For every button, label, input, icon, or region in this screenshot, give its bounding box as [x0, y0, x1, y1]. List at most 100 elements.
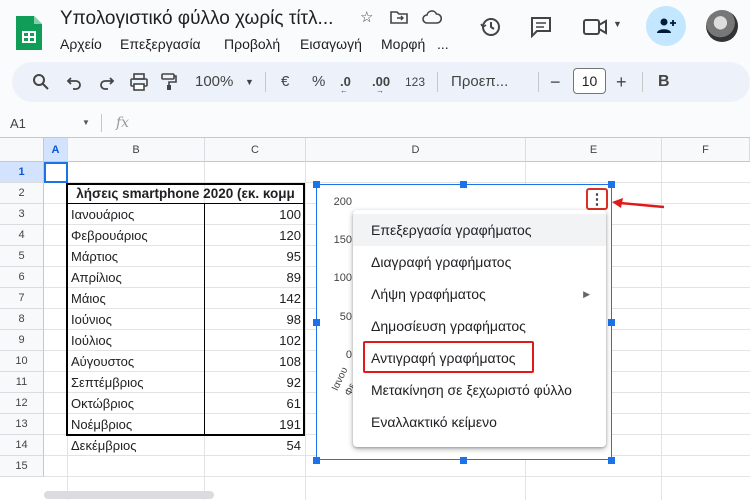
- column-header-c[interactable]: C: [205, 138, 306, 162]
- sheet-grid[interactable]: A B C D E F 1 2 3 4 5 6 7 8 9 10 11 12 1…: [0, 137, 750, 500]
- search-icon[interactable]: [32, 73, 50, 91]
- value-cell[interactable]: 54: [205, 435, 301, 456]
- grid-line: [305, 162, 306, 500]
- column-header-f[interactable]: F: [662, 138, 750, 162]
- y-tick-label: 200: [333, 196, 352, 208]
- document-title[interactable]: Υπολογιστικό φύλλο χωρίς τίτλ...: [60, 8, 333, 30]
- menu-item-publish-chart[interactable]: Δημοσίευση γραφήματος: [353, 310, 606, 342]
- resize-handle[interactable]: [608, 457, 615, 464]
- meet-dropdown-icon[interactable]: ▼: [613, 19, 622, 29]
- select-all-corner[interactable]: [0, 138, 44, 162]
- menu-file[interactable]: Αρχείο: [60, 36, 102, 52]
- decrease-font-size-button[interactable]: −: [550, 72, 561, 92]
- font-size-input[interactable]: 10: [573, 68, 606, 94]
- row-header[interactable]: 13: [0, 414, 44, 435]
- add-person-icon: [657, 18, 676, 33]
- toolbar-divider: [642, 72, 643, 92]
- menu-item-label: Λήψη γραφήματος: [371, 286, 486, 302]
- row-header[interactable]: 11: [0, 372, 44, 393]
- cloud-status-icon[interactable]: [422, 10, 442, 24]
- chart-context-menu: Επεξεργασία γραφήματος Διαγραφή γραφήματ…: [353, 210, 606, 447]
- avatar[interactable]: [706, 10, 738, 42]
- currency-button[interactable]: €: [281, 72, 289, 92]
- row-header[interactable]: 7: [0, 288, 44, 309]
- print-icon[interactable]: [130, 73, 148, 91]
- comments-icon[interactable]: [530, 16, 552, 38]
- column-header-a[interactable]: A: [44, 138, 68, 162]
- table-divider: [204, 204, 205, 436]
- row-header[interactable]: 4: [0, 225, 44, 246]
- menu-item-delete-chart[interactable]: Διαγραφή γραφήματος: [353, 246, 606, 278]
- y-tick-label: 100: [333, 272, 352, 284]
- table-border: [66, 183, 305, 436]
- row-header[interactable]: 8: [0, 309, 44, 330]
- grid-line: [44, 476, 750, 477]
- menu-edit[interactable]: Επεξεργασία: [120, 36, 201, 52]
- zoom-select[interactable]: 100%: [195, 72, 233, 92]
- toolbar-divider: [265, 72, 266, 92]
- row-header[interactable]: 5: [0, 246, 44, 267]
- name-box[interactable]: A1: [10, 116, 26, 131]
- resize-handle[interactable]: [460, 181, 467, 188]
- menu-item-download-chart[interactable]: Λήψη γραφήματος ▶: [353, 278, 606, 310]
- resize-handle[interactable]: [313, 181, 320, 188]
- menu-insert[interactable]: Εισαγωγή: [300, 36, 362, 52]
- resize-handle[interactable]: [608, 319, 615, 326]
- share-button[interactable]: [646, 6, 686, 46]
- paint-format-icon[interactable]: [161, 73, 177, 91]
- column-header-e[interactable]: E: [526, 138, 662, 162]
- menu-item-alt-text[interactable]: Εναλλακτικό κείμενο: [353, 406, 606, 438]
- menu-format[interactable]: Μορφή: [381, 36, 425, 52]
- menu-view[interactable]: Προβολή: [224, 36, 280, 52]
- submenu-arrow-icon: ▶: [583, 289, 590, 299]
- row-header[interactable]: 15: [0, 456, 44, 477]
- arrow-right-icon: →: [376, 86, 384, 95]
- month-cell[interactable]: Δεκέμβριος: [71, 435, 137, 456]
- row-header[interactable]: 1: [0, 162, 44, 183]
- font-select[interactable]: Προεπ...: [451, 72, 508, 92]
- red-arrow-annotation: [612, 198, 665, 209]
- formula-divider: [101, 114, 102, 132]
- selected-cell-a1[interactable]: [44, 162, 68, 183]
- redo-icon[interactable]: [99, 74, 115, 90]
- meet-icon[interactable]: [583, 17, 609, 37]
- chart-menu-kebab-icon[interactable]: ⋮: [586, 188, 608, 210]
- resize-handle[interactable]: [608, 181, 615, 188]
- arrow-left-icon: ←: [340, 86, 348, 95]
- column-header-d[interactable]: D: [306, 138, 526, 162]
- history-icon[interactable]: [479, 15, 503, 39]
- more-formats-button[interactable]: 123: [405, 72, 425, 92]
- highlight-box-annotation: [363, 341, 534, 373]
- undo-icon[interactable]: [66, 74, 82, 90]
- name-box-dropdown-icon[interactable]: ▼: [82, 118, 90, 127]
- row-header[interactable]: 14: [0, 435, 44, 456]
- y-tick-label: 150: [333, 234, 352, 246]
- menu-more[interactable]: ...: [437, 36, 449, 52]
- increase-font-size-button[interactable]: +: [616, 72, 627, 92]
- horizontal-scrollbar[interactable]: [44, 491, 214, 499]
- resize-handle[interactable]: [313, 319, 320, 326]
- bold-button[interactable]: B: [658, 72, 670, 92]
- resize-handle[interactable]: [313, 457, 320, 464]
- move-folder-icon[interactable]: [390, 10, 408, 24]
- toolbar-divider: [437, 72, 438, 92]
- toolbar-divider: [538, 72, 539, 92]
- column-header-b[interactable]: B: [68, 138, 205, 162]
- menu-item-move-to-sheet[interactable]: Μετακίνηση σε ξεχωριστό φύλλο: [353, 374, 606, 406]
- sheets-logo-icon[interactable]: [14, 14, 44, 52]
- row-header[interactable]: 2: [0, 183, 44, 204]
- menu-item-edit-chart[interactable]: Επεξεργασία γραφήματος: [353, 214, 606, 246]
- row-header[interactable]: 6: [0, 267, 44, 288]
- grid-line: [661, 162, 662, 500]
- resize-handle[interactable]: [460, 457, 467, 464]
- star-icon[interactable]: ☆: [360, 8, 373, 26]
- zoom-dropdown-icon[interactable]: ▼: [245, 72, 254, 92]
- fx-icon: fx: [116, 115, 130, 131]
- row-header[interactable]: 12: [0, 393, 44, 414]
- row-header[interactable]: 9: [0, 330, 44, 351]
- row-header[interactable]: 10: [0, 351, 44, 372]
- row-header[interactable]: 3: [0, 204, 44, 225]
- percent-button[interactable]: %: [312, 72, 325, 92]
- y-tick-label: 0: [345, 349, 352, 361]
- y-tick-label: 50: [339, 311, 352, 323]
